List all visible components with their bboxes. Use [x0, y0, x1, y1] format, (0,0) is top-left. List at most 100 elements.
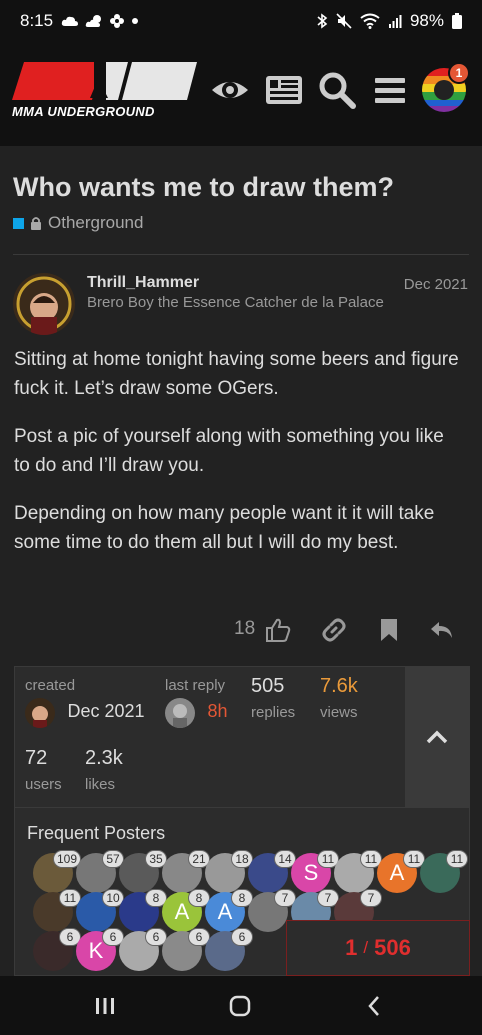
wifi-icon [360, 13, 380, 29]
category-color-badge [13, 217, 24, 229]
poster-avatar[interactable]: 21 [162, 850, 210, 893]
poster-avatar[interactable]: K6 [76, 928, 124, 971]
dot-icon [132, 18, 139, 24]
poster-avatar[interactable]: 6 [33, 928, 81, 971]
collapse-topic-map-button[interactable] [405, 667, 469, 807]
logo-graphic [12, 62, 197, 100]
poster-avatar[interactable]: 11 [420, 850, 468, 893]
likes-label: likes [85, 776, 116, 793]
android-nav-bar [0, 976, 482, 1035]
views-label: views [320, 704, 358, 721]
poster-avatar[interactable]: 6 [205, 928, 253, 971]
news-icon[interactable] [264, 70, 304, 110]
poster-avatar[interactable]: 57 [76, 850, 124, 893]
link-icon[interactable] [320, 616, 348, 644]
signal-icon [388, 15, 402, 28]
topic-progress[interactable]: 1 / 506 [286, 920, 470, 976]
post-paragraph: Post a pic of yourself along with someth… [14, 426, 444, 476]
recent-apps-icon[interactable] [90, 991, 120, 1021]
stat-created: created Dec 2021 [25, 677, 145, 728]
poster-post-count: 11 [446, 850, 468, 868]
status-bar: 8:15 98% [0, 0, 482, 42]
poster-avatar[interactable]: 35 [119, 850, 167, 893]
poster-avatar[interactable]: 10 [76, 889, 124, 932]
users-label: users [25, 776, 62, 793]
poster-avatar[interactable]: 18 [205, 850, 253, 893]
poster-avatar[interactable]: 11 [33, 889, 81, 932]
stat-users: 72 users [25, 747, 62, 793]
poster-avatar[interactable]: 6 [162, 928, 210, 971]
mute-icon [336, 13, 352, 29]
topic-stats: created Dec 2021 last reply 8h 505 repli… [15, 667, 405, 807]
post-author-avatar[interactable] [13, 273, 75, 335]
replies-count: 505 [251, 675, 285, 697]
post-actions: 18 [0, 612, 482, 648]
reply-icon[interactable] [428, 616, 456, 644]
stat-likes: 2.3k likes [85, 747, 123, 793]
post-user-title: Brero Boy the Essence Catcher de la Pala… [87, 294, 384, 311]
like-icon[interactable] [264, 616, 292, 644]
bluetooth-icon [317, 13, 328, 29]
topic-title[interactable]: Who wants me to draw them? [13, 172, 394, 203]
bookmark-icon[interactable] [375, 616, 403, 644]
poster-initial: A [174, 899, 190, 924]
search-icon[interactable] [317, 70, 357, 110]
poster-post-count: 7 [360, 889, 382, 907]
cloud-icon [61, 16, 79, 26]
poster-avatar[interactable]: 109 [33, 850, 81, 893]
site-header: MMA UNDERGROUND 1 [0, 42, 482, 146]
poster-avatar[interactable]: 11 [334, 850, 382, 893]
poster-initial: A [217, 899, 233, 924]
flower-icon [110, 14, 125, 28]
poster-avatar[interactable]: 7 [248, 889, 296, 932]
battery-percentage: 98% [409, 11, 444, 30]
creator-avatar[interactable] [25, 698, 55, 728]
stat-last-reply: last reply 8h [165, 677, 227, 728]
divider [15, 807, 469, 808]
notification-badge[interactable]: 1 [448, 62, 470, 84]
chevron-up-icon [426, 730, 448, 744]
lock-icon [31, 217, 41, 230]
replies-label: replies [251, 704, 296, 721]
poster-avatar[interactable]: 8 [119, 889, 167, 932]
poster-post-count: 6 [231, 928, 253, 946]
category-name: Otherground [48, 213, 144, 232]
created-label: created [25, 677, 76, 694]
post-body: Sitting at home tonight having some beer… [14, 345, 464, 576]
post-username[interactable]: Thrill_Hammer [87, 274, 199, 292]
partly-cloudy-icon [85, 15, 102, 27]
last-reply-date[interactable]: 8h [207, 701, 227, 721]
post-paragraph: Depending on how many people want it it … [14, 503, 435, 553]
poster-avatar[interactable]: S 11 [291, 850, 339, 893]
topic-category[interactable]: Otherground [13, 213, 143, 233]
frequent-posters-label: Frequent Posters [27, 823, 166, 843]
site-logo[interactable]: MMA UNDERGROUND [12, 62, 197, 120]
views-count: 7.6k [320, 675, 358, 697]
progress-total: 506 [374, 935, 411, 960]
poster-initial: K [88, 938, 104, 963]
post-date[interactable]: Dec 2021 [404, 276, 468, 293]
back-icon[interactable] [360, 991, 390, 1021]
last-replier-avatar[interactable] [165, 698, 195, 728]
poster-avatar[interactable]: A8 [162, 889, 210, 932]
post-paragraph: Sitting at home tonight having some beer… [14, 349, 459, 399]
poster-initial: A [389, 860, 405, 885]
battery-icon [452, 13, 462, 29]
likes-count: 2.3k [85, 747, 123, 769]
poster-avatar[interactable]: A 11 [377, 850, 425, 893]
eye-icon[interactable] [210, 70, 250, 110]
stat-replies: 505 replies [251, 675, 295, 721]
last-reply-label: last reply [165, 677, 226, 694]
poster-avatar[interactable]: A8 [205, 889, 253, 932]
poster-avatar[interactable]: 6 [119, 928, 167, 971]
logo-text: MMA UNDERGROUND [12, 104, 155, 119]
hamburger-icon[interactable] [370, 70, 410, 110]
poster-avatar[interactable]: 14 [248, 850, 296, 893]
poster-initial: S [303, 860, 319, 885]
divider [13, 254, 469, 255]
like-count[interactable]: 18 [234, 618, 255, 640]
stat-views: 7.6k views [320, 675, 358, 721]
status-time: 8:15 [20, 11, 54, 30]
home-icon[interactable] [225, 991, 255, 1021]
created-date[interactable]: Dec 2021 [67, 701, 144, 721]
